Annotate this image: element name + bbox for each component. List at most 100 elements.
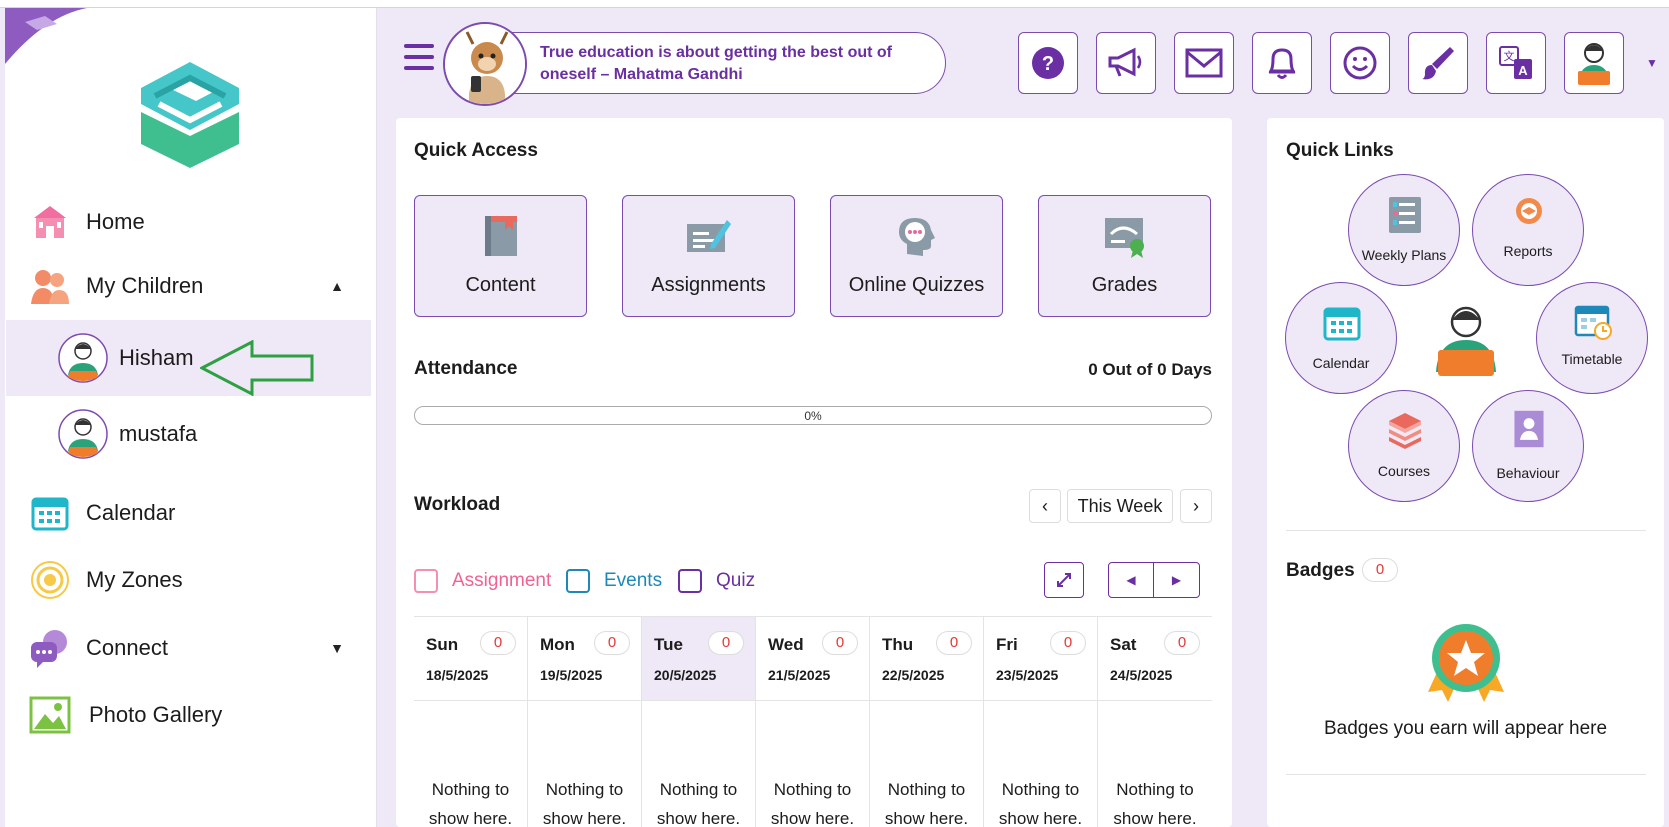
caret-right-icon[interactable]: ▶ — [1154, 563, 1199, 597]
legend-quiz[interactable]: Quiz — [678, 568, 755, 594]
child-item-hisham[interactable]: Hisham — [6, 320, 371, 396]
next-week-button[interactable]: › — [1180, 489, 1212, 523]
day-empty-text: Nothing to show here. — [870, 775, 983, 827]
quick-link-timetable[interactable]: Timetable — [1536, 282, 1648, 394]
child-name: Hisham — [119, 345, 194, 370]
expand-button[interactable] — [1044, 562, 1084, 598]
legend-label: Assignment — [452, 570, 552, 591]
child-item-mustafa[interactable]: mustafa — [6, 396, 371, 472]
day-date: 23/5/2025 — [996, 667, 1059, 683]
quick-link-label: Behaviour — [1496, 465, 1560, 481]
chevron-up-icon[interactable]: ▲ — [330, 278, 344, 294]
empty-line: show here. — [428, 809, 513, 827]
announcements-button[interactable] — [1096, 32, 1156, 94]
mail-button[interactable] — [1174, 32, 1234, 94]
day-name: Mon — [540, 635, 575, 654]
day-column-thu: Thu 0 22/5/2025 Nothing to show here. — [870, 617, 984, 827]
quick-link-weekly-plans[interactable]: Weekly Plans — [1348, 174, 1460, 286]
quick-link-label: Timetable — [1561, 351, 1623, 367]
notifications-button[interactable] — [1252, 32, 1312, 94]
day-date: 22/5/2025 — [882, 667, 945, 683]
legend-assignment[interactable]: Assignment — [414, 568, 551, 594]
language-button[interactable]: 文A — [1486, 32, 1546, 94]
help-button[interactable]: ? — [1018, 32, 1078, 94]
chevron-down-icon[interactable]: ▼ — [330, 640, 344, 656]
progress-label: 0% — [804, 409, 822, 423]
day-empty-text: Nothing to show here. — [528, 775, 641, 827]
svg-text:A: A — [1518, 63, 1528, 78]
sidebar-item-my-children[interactable]: My Children ▲ — [0, 256, 372, 316]
checkbox[interactable] — [566, 569, 590, 593]
quick-link-reports[interactable]: Reports — [1472, 174, 1584, 286]
quick-link-label: Calendar — [1312, 355, 1370, 371]
sidebar-item-my-zones[interactable]: My Zones — [0, 550, 372, 610]
previous-week-button[interactable]: ‹ — [1029, 489, 1061, 523]
quick-access-online-quizzes[interactable]: Online Quizzes — [830, 195, 1003, 317]
empty-line: show here. — [542, 809, 627, 827]
svg-text:文: 文 — [1504, 49, 1515, 63]
mood-button[interactable] — [1330, 32, 1390, 94]
empty-line: Nothing to — [1116, 780, 1194, 799]
timetable-icon — [1574, 305, 1612, 340]
day-header: Sat 0 24/5/2025 — [1098, 617, 1212, 700]
behaviour-icon — [1514, 410, 1544, 448]
chevron-left-icon: ‹ — [1042, 495, 1048, 516]
day-name: Sat — [1110, 635, 1137, 654]
svg-text:?: ? — [1042, 53, 1054, 75]
legend-events[interactable]: Events — [566, 568, 662, 594]
sidebar-item-label: Calendar — [86, 500, 176, 525]
photo-gallery-icon — [28, 693, 72, 737]
day-empty-text: Nothing to show here. — [414, 775, 527, 827]
quick-access-assignments[interactable]: Assignments — [622, 195, 795, 317]
empty-line: Nothing to — [773, 780, 852, 799]
empty-line: show here. — [770, 809, 855, 827]
annotation-arrow-icon — [200, 340, 314, 396]
tile-label: Online Quizzes — [848, 274, 985, 296]
badges-empty-text: Badges you earn will appear here — [1323, 718, 1608, 739]
empty-line: show here. — [1113, 809, 1197, 827]
tile-label: Assignments — [651, 274, 766, 296]
day-name: Wed — [768, 635, 804, 654]
menu-toggle-icon[interactable] — [404, 44, 434, 72]
checkbox[interactable] — [414, 569, 438, 593]
bell-icon — [1268, 48, 1296, 79]
chevron-right-icon: › — [1193, 495, 1199, 516]
day-column-mon: Mon 0 19/5/2025 Nothing to show here. — [528, 617, 642, 827]
day-name: Fri — [996, 635, 1018, 654]
sidebar-item-home[interactable]: Home — [0, 192, 372, 252]
empty-line: Nothing to — [1001, 780, 1080, 799]
day-date: 19/5/2025 — [540, 667, 603, 683]
empty-line: Nothing to — [431, 780, 510, 799]
calendar-icon — [1323, 307, 1361, 341]
quote-text: True education is about getting the best… — [540, 44, 892, 83]
sidebar-item-label: My Children — [86, 273, 204, 298]
quick-link-behaviour[interactable]: Behaviour — [1472, 390, 1584, 502]
day-count-badge: 0 — [1050, 631, 1086, 655]
sidebar-item-photo-gallery[interactable]: Photo Gallery — [0, 685, 372, 745]
quick-access-grades[interactable]: Grades — [1038, 195, 1211, 317]
quick-link-label: Reports — [1503, 243, 1553, 259]
day-header: Sun 0 18/5/2025 — [414, 617, 527, 700]
quick-link-calendar[interactable]: Calendar — [1285, 282, 1397, 394]
quick-link-label: Courses — [1377, 463, 1431, 479]
checkbox[interactable] — [678, 569, 702, 593]
sidebar-item-calendar[interactable]: Calendar — [0, 483, 372, 543]
calendar-icon — [28, 491, 72, 535]
quick-link-courses[interactable]: Courses — [1348, 390, 1460, 502]
child-avatar-icon — [58, 333, 108, 383]
empty-line: show here. — [998, 809, 1083, 827]
profile-button[interactable] — [1564, 32, 1624, 94]
quick-access-content[interactable]: Content — [414, 195, 587, 317]
chevron-down-icon[interactable]: ▼ — [1646, 56, 1658, 70]
corner-logo-icon — [5, 8, 87, 64]
day-date: 18/5/2025 — [426, 667, 489, 683]
theme-button[interactable] — [1408, 32, 1468, 94]
this-week-button[interactable]: This Week — [1067, 489, 1173, 523]
browser-top-edge — [0, 0, 1669, 8]
caret-left-icon[interactable]: ◀ — [1109, 563, 1155, 597]
day-column-wed: Wed 0 21/5/2025 Nothing to show here. — [756, 617, 870, 827]
sidebar-item-connect[interactable]: Connect ▼ — [0, 618, 372, 678]
reports-icon — [1516, 198, 1542, 224]
children-icon — [28, 264, 72, 308]
day-column-tue: Tue 0 20/5/2025 Nothing to show here. — [642, 617, 756, 827]
